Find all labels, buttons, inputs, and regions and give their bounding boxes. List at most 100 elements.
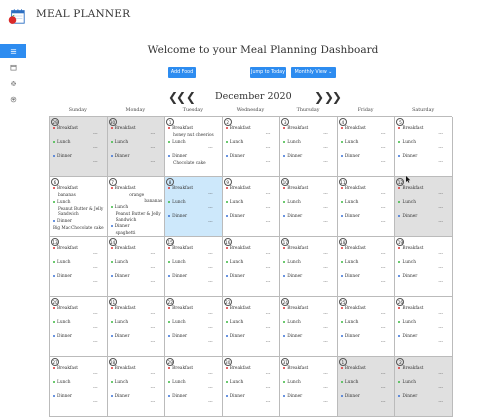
breakfast-label[interactable]: Breakfast bbox=[225, 246, 251, 251]
food-item[interactable]: Chocolate cake bbox=[71, 225, 103, 230]
lunch-label[interactable]: Lunch bbox=[110, 205, 128, 210]
breakfast-label[interactable]: Breakfast bbox=[283, 126, 308, 131]
dinner-label[interactable]: Dinner bbox=[53, 154, 72, 159]
lunch-label[interactable]: Lunch bbox=[340, 200, 358, 205]
calendar-day-cell[interactable]: 1 Breakfast --- Lunch --- Dinner --- bbox=[337, 357, 396, 417]
breakfast-label[interactable]: Breakfast bbox=[168, 366, 193, 371]
calendar-day-cell[interactable]: 31 Breakfast --- Lunch --- Dinner --- bbox=[280, 357, 338, 417]
lunch-label[interactable]: Lunch bbox=[283, 140, 301, 145]
dinner-label[interactable]: Dinner bbox=[340, 214, 360, 219]
dinner-label[interactable]: Dinner bbox=[110, 334, 130, 339]
lunch-label[interactable]: Lunch bbox=[340, 380, 358, 385]
calendar-day-cell[interactable]: 3 Breakfast --- Lunch --- Dinner --- bbox=[280, 117, 338, 177]
lunch-label[interactable]: Lunch bbox=[110, 260, 128, 265]
lunch-label[interactable]: Lunch bbox=[110, 380, 128, 385]
lunch-label[interactable]: Lunch bbox=[110, 140, 128, 145]
dinner-label[interactable]: Dinner bbox=[398, 394, 417, 399]
dinner-label[interactable]: Dinner bbox=[110, 394, 130, 399]
food-item[interactable]: honey nut cheerios bbox=[173, 132, 214, 137]
lunch-label[interactable]: Lunch bbox=[168, 260, 186, 265]
dinner-label[interactable]: Dinner bbox=[283, 274, 302, 279]
sidebar-item-calendar[interactable] bbox=[0, 60, 26, 74]
breakfast-label[interactable]: Breakfast bbox=[53, 246, 78, 251]
add-food-button[interactable]: Add Food bbox=[168, 67, 196, 78]
lunch-label[interactable]: Lunch bbox=[225, 380, 243, 385]
dinner-label[interactable]: Dinner bbox=[340, 154, 360, 159]
breakfast-label[interactable]: Breakfast bbox=[398, 306, 423, 311]
breakfast-label[interactable]: Breakfast bbox=[283, 246, 308, 251]
calendar-day-cell[interactable]: 16 Breakfast --- Lunch --- Dinner --- bbox=[222, 237, 281, 297]
breakfast-label[interactable]: Breakfast bbox=[110, 306, 136, 311]
breakfast-label[interactable]: Breakfast bbox=[398, 126, 423, 131]
calendar-day-cell[interactable]: 27 Breakfast --- Lunch --- Dinner --- bbox=[50, 357, 108, 417]
lunch-label[interactable]: Lunch bbox=[283, 260, 301, 265]
jump-to-today-button[interactable]: Jump to Today bbox=[250, 67, 286, 78]
calendar-day-cell[interactable]: 1 Breakfast honey nut cheerios Lunch --- Dinn… bbox=[165, 117, 223, 177]
lunch-label[interactable]: Lunch bbox=[398, 380, 416, 385]
breakfast-label[interactable]: Breakfast bbox=[398, 246, 423, 251]
breakfast-label[interactable]: Breakfast bbox=[225, 306, 251, 311]
dinner-label[interactable]: Dinner bbox=[225, 274, 245, 279]
calendar-day-cell[interactable]: 9 Breakfast --- Lunch --- Dinner --- bbox=[222, 177, 281, 237]
dinner-label[interactable]: Dinner bbox=[110, 154, 130, 159]
lunch-label[interactable]: Lunch bbox=[340, 320, 358, 325]
lunch-label[interactable]: Lunch bbox=[340, 260, 358, 265]
calendar-day-cell[interactable]: 7 Breakfast orange bananas Lunch Peanut Butte… bbox=[107, 177, 166, 237]
breakfast-label[interactable]: Breakfast bbox=[110, 366, 136, 371]
dinner-label[interactable]: Dinner bbox=[340, 334, 360, 339]
calendar-day-cell[interactable]: 5 Breakfast --- Lunch --- Dinner --- bbox=[395, 117, 453, 177]
food-item[interactable]: Peanut Butter & Jelly bbox=[116, 211, 161, 216]
dinner-label[interactable]: Dinner bbox=[398, 274, 417, 279]
food-item[interactable]: Sandwich bbox=[58, 211, 79, 216]
breakfast-label[interactable]: Breakfast bbox=[53, 366, 78, 371]
breakfast-label[interactable]: Breakfast bbox=[283, 306, 308, 311]
dinner-label[interactable]: Dinner bbox=[168, 154, 187, 159]
lunch-label[interactable]: Lunch bbox=[225, 140, 243, 145]
breakfast-label[interactable]: Breakfast bbox=[168, 186, 193, 191]
lunch-label[interactable]: Lunch bbox=[225, 200, 243, 205]
food-item[interactable]: bananas bbox=[144, 198, 162, 203]
breakfast-label[interactable]: Breakfast bbox=[340, 366, 366, 371]
dinner-label[interactable]: Dinner bbox=[225, 334, 245, 339]
calendar-day-cell[interactable]: 6 Breakfast bananas Lunch Peanut Butter & Je… bbox=[50, 177, 108, 237]
lunch-label[interactable]: Lunch bbox=[283, 380, 301, 385]
lunch-label[interactable]: Lunch bbox=[53, 140, 71, 145]
breakfast-label[interactable]: Breakfast bbox=[225, 126, 251, 131]
breakfast-label[interactable]: Breakfast bbox=[340, 246, 366, 251]
calendar-day-cell[interactable]: 28 Breakfast --- Lunch --- Dinner --- bbox=[107, 357, 166, 417]
calendar-day-cell[interactable]: 2 Breakfast --- Lunch --- Dinner --- bbox=[395, 357, 453, 417]
breakfast-label[interactable]: Breakfast bbox=[283, 366, 308, 371]
calendar-day-cell[interactable]: 14 Breakfast --- Lunch --- Dinner --- bbox=[107, 237, 166, 297]
calendar-day-cell[interactable]: 15 Breakfast --- Lunch --- Dinner --- bbox=[165, 237, 223, 297]
calendar-day-cell[interactable]: 4 Breakfast --- Lunch --- Dinner --- bbox=[337, 117, 396, 177]
breakfast-label[interactable]: Breakfast bbox=[110, 246, 136, 251]
breakfast-label[interactable]: Breakfast bbox=[168, 126, 193, 131]
calendar-day-cell[interactable]: 25 Breakfast --- Lunch --- Dinner --- bbox=[337, 297, 396, 357]
lunch-label[interactable]: Lunch bbox=[53, 380, 71, 385]
lunch-label[interactable]: Lunch bbox=[53, 260, 71, 265]
calendar-day-cell[interactable]: 20 Breakfast --- Lunch --- Dinner --- bbox=[50, 297, 108, 357]
lunch-label[interactable]: Lunch bbox=[398, 140, 416, 145]
lunch-label[interactable]: Lunch bbox=[283, 200, 301, 205]
breakfast-label[interactable]: Breakfast bbox=[225, 186, 251, 191]
calendar-day-cell[interactable]: 29 Breakfast --- Lunch --- Dinner --- bbox=[165, 357, 223, 417]
calendar-day-cell[interactable]: 26 Breakfast --- Lunch --- Dinner --- bbox=[395, 297, 453, 357]
dinner-label[interactable]: Dinner bbox=[110, 274, 130, 279]
calendar-day-cell[interactable]: 12 Breakfast --- Lunch --- Dinner --- bbox=[395, 177, 453, 237]
calendar-day-cell[interactable]: 23 Breakfast --- Lunch --- Dinner --- bbox=[222, 297, 281, 357]
breakfast-label[interactable]: Breakfast bbox=[340, 186, 366, 191]
dinner-label[interactable]: Dinner bbox=[340, 274, 360, 279]
calendar-day-cell[interactable]: 30 Breakfast --- Lunch --- Dinner --- bbox=[222, 357, 281, 417]
dinner-label[interactable]: Dinner bbox=[398, 334, 417, 339]
food-item[interactable]: orange bbox=[129, 192, 144, 197]
food-item[interactable]: Peanut Butter & Jelly bbox=[58, 206, 103, 211]
dinner-label[interactable]: Dinner bbox=[53, 274, 72, 279]
dinner-label[interactable]: Dinner bbox=[283, 154, 302, 159]
lunch-label[interactable]: Lunch bbox=[398, 320, 416, 325]
lunch-label[interactable]: Lunch bbox=[398, 200, 416, 205]
dinner-label[interactable]: Dinner bbox=[53, 394, 72, 399]
lunch-label[interactable]: Lunch bbox=[168, 380, 186, 385]
lunch-label[interactable]: Lunch bbox=[168, 140, 186, 145]
dinner-label[interactable]: Dinner bbox=[168, 214, 187, 219]
view-select-dropdown[interactable]: Monthly View ⌄ bbox=[291, 67, 336, 78]
